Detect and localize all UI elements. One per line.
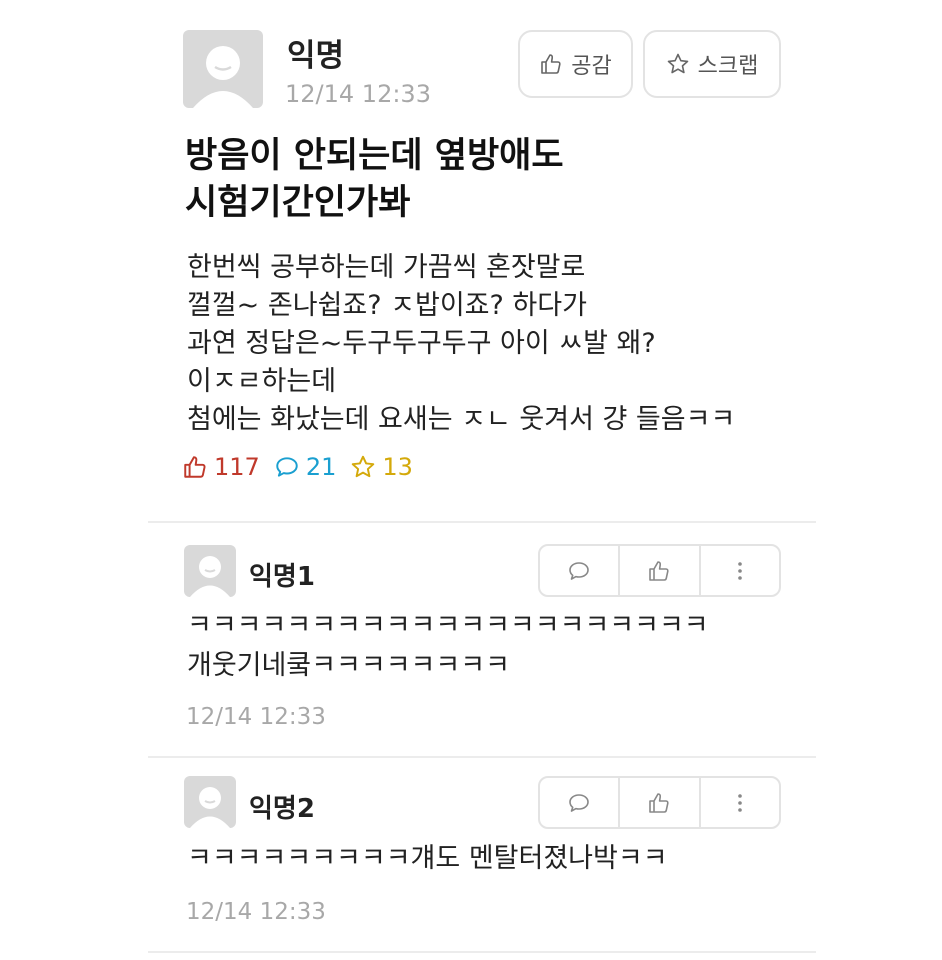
post-title: 방음이 안되는데 옆방애도 시험기간인가봐 — [185, 136, 564, 223]
speech-bubble-icon — [569, 561, 589, 580]
post-author: 익명 — [287, 38, 345, 74]
comment-timestamp: 12/14 12:33 — [186, 899, 326, 925]
comment-author: 익명1 — [249, 562, 315, 592]
like-count-value: 117 — [214, 453, 260, 481]
divider — [148, 951, 816, 953]
speech-bubble-icon — [276, 457, 298, 477]
comment-text: ㅋㅋㅋㅋㅋㅋㅋㅋㅋㅋㅋㅋㅋㅋㅋㅋㅋㅋㅋㅋㅋ 개웃기네쿸ㅋㅋㅋㅋㅋㅋㅋㅋ — [187, 610, 709, 681]
like-button-label: 공감 — [571, 54, 612, 79]
comment-like-button[interactable] — [620, 778, 701, 827]
thumbs-up-icon — [541, 54, 561, 74]
star-icon — [667, 53, 688, 74]
comment-author: 익명2 — [249, 794, 315, 824]
thumbs-up-icon — [649, 560, 670, 581]
comment-count: 21 — [274, 453, 337, 481]
scrap-count-value: 13 — [382, 453, 413, 481]
speech-bubble-icon — [569, 793, 589, 812]
comment-count-value: 21 — [305, 453, 337, 481]
thumbs-up-icon — [649, 792, 670, 813]
default-avatar-icon — [190, 787, 230, 828]
comment-text: ㅋㅋㅋㅋㅋㅋㅋㅋㅋ걔도 멘탈터졌나박ㅋㅋ — [187, 843, 668, 874]
like-count: 117 — [182, 453, 260, 481]
star-icon — [352, 455, 375, 478]
more-options-button[interactable] — [701, 778, 779, 827]
divider — [148, 521, 816, 523]
scrap-button[interactable]: 스크랩 — [643, 30, 781, 98]
post-timestamp: 12/14 12:33 — [285, 80, 431, 108]
reply-button[interactable] — [540, 778, 621, 827]
divider — [148, 756, 816, 758]
thumbs-up-icon — [184, 456, 206, 478]
default-avatar-icon — [190, 556, 230, 597]
comment-avatar — [184, 776, 236, 828]
comment-actions — [538, 776, 781, 829]
comment-timestamp: 12/14 12:33 — [186, 704, 326, 730]
scrap-count: 13 — [350, 453, 413, 481]
more-vertical-icon — [738, 793, 742, 812]
scrap-button-label: 스크랩 — [697, 54, 759, 79]
like-button[interactable]: 공감 — [518, 30, 633, 98]
comment-actions — [538, 544, 781, 597]
default-avatar-icon — [193, 46, 253, 108]
more-vertical-icon — [738, 561, 742, 580]
comment-avatar — [184, 545, 236, 597]
post-body: 한번씩 공부하는데 가끔씩 혼잣말로 껄껄~ 존나쉽죠? ㅈ밥이죠? 하다가 과… — [187, 252, 736, 435]
more-options-button[interactable] — [701, 546, 779, 595]
author-avatar — [183, 30, 263, 108]
reply-button[interactable] — [540, 546, 621, 595]
post-stats: 117 21 13 — [182, 453, 427, 481]
comment-like-button[interactable] — [620, 546, 701, 595]
